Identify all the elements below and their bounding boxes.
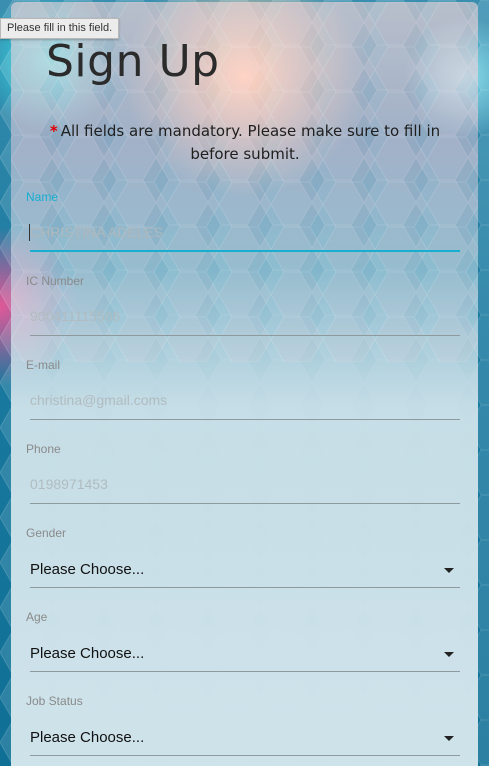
name-placeholder: CHRISTINA ADELES [30,224,164,240]
age-selected-value: Please Choose... [30,645,145,662]
ic-number-label: IC Number [26,274,85,288]
email-field: E-mail christina@gmail.coms [26,358,460,420]
dropdown-arrow-icon [444,568,454,573]
dropdown-arrow-icon [444,652,454,657]
gender-field: Gender Please Choose... [26,526,460,588]
validation-tooltip: Please fill in this field. [0,18,120,39]
phone-placeholder: 0198971453 [30,476,108,492]
age-label: Age [26,610,48,624]
required-star: * [49,122,58,140]
gender-label: Gender [26,526,67,540]
name-field: Name CHRISTINA ADELES [26,190,460,252]
ic-number-input[interactable]: 900411115566 [30,302,460,336]
dropdown-arrow-icon [444,736,454,741]
job-status-label: Job Status [26,694,83,708]
ic-number-field: IC Number 900411115566 [26,274,460,336]
phone-field: Phone 0198971453 [26,442,460,504]
email-label: E-mail [26,358,61,372]
age-select[interactable]: Please Choose... [30,638,460,672]
notice-text: All fields are mandatory. Please make su… [60,122,441,163]
phone-input[interactable]: 0198971453 [30,470,460,504]
mandatory-notice: * All fields are mandatory. Please make s… [25,120,465,166]
job-status-selected-value: Please Choose... [30,729,145,746]
gender-select[interactable]: Please Choose... [30,554,460,588]
job-status-field: Job Status Please Choose... [26,694,460,756]
job-status-select[interactable]: Please Choose... [30,722,460,756]
page-title: Sign Up [46,36,220,87]
name-input[interactable]: CHRISTINA ADELES [29,218,460,252]
name-label: Name [26,190,59,204]
ic-number-placeholder: 900411115566 [30,308,121,324]
email-input[interactable]: christina@gmail.coms [30,386,460,420]
text-caret [29,224,30,241]
age-field: Age Please Choose... [26,610,460,672]
gender-selected-value: Please Choose... [30,561,145,578]
signup-card: Sign Up * All fields are mandatory. Pleas… [11,2,478,766]
phone-label: Phone [26,442,61,456]
email-placeholder: christina@gmail.coms [30,392,168,408]
